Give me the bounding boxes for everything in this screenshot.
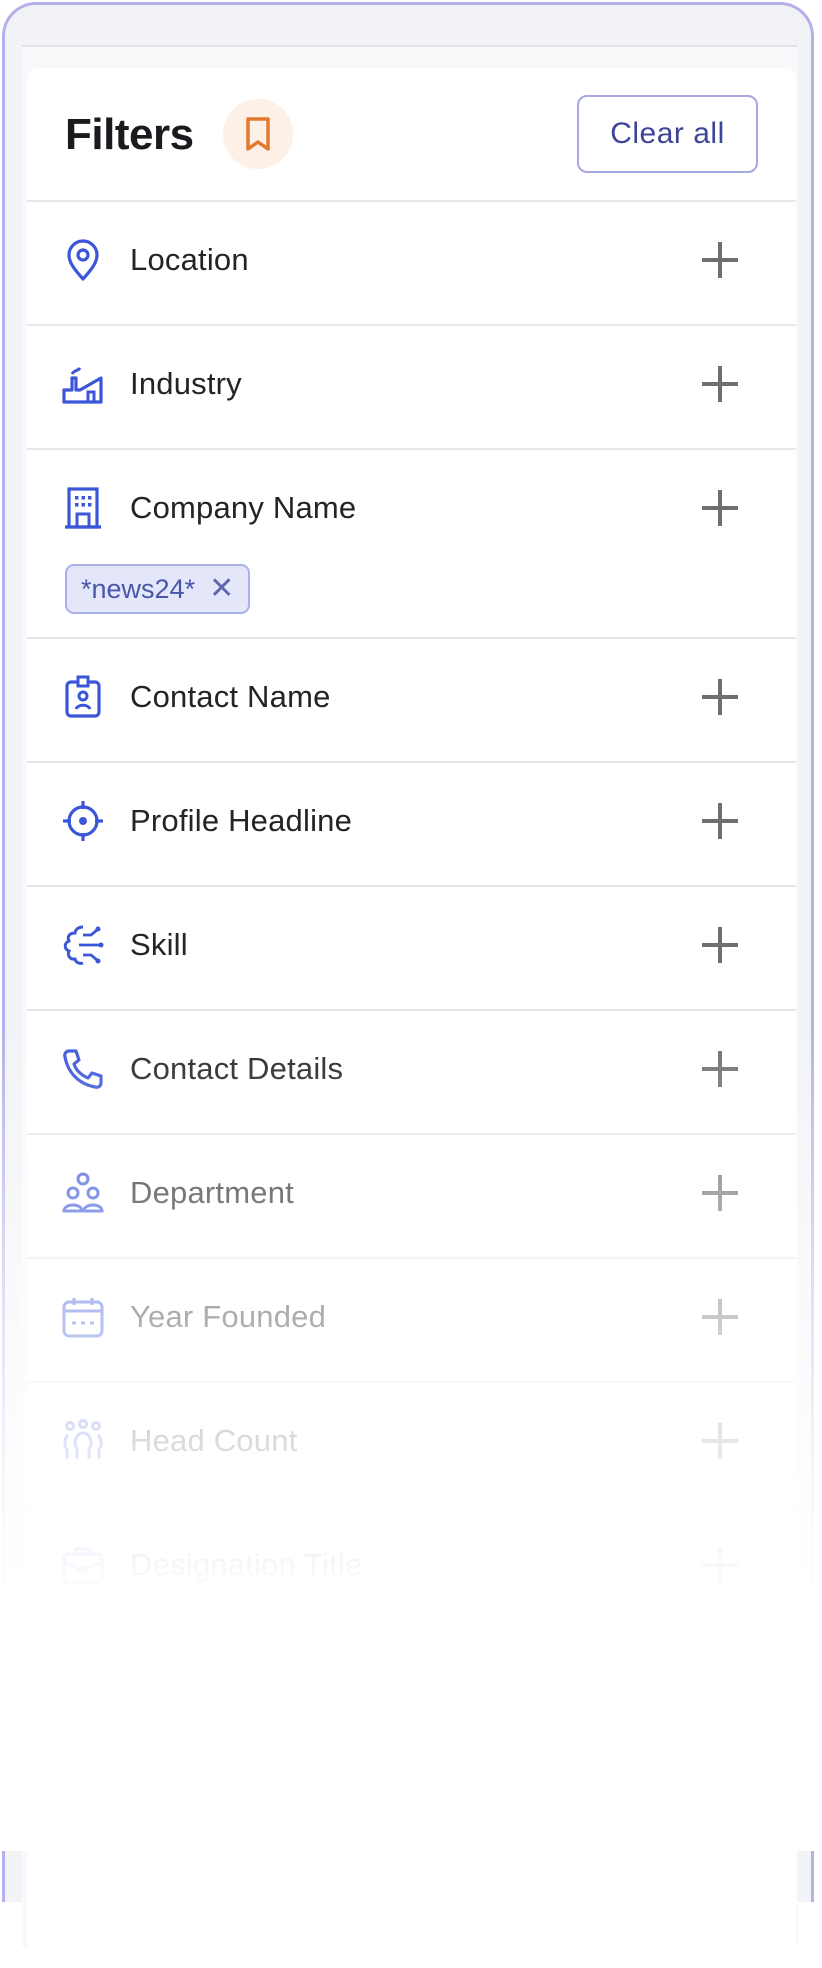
filter-label: Department: [130, 1175, 294, 1210]
plus-icon[interactable]: [702, 1175, 738, 1211]
calendar-icon: [61, 1295, 105, 1339]
id-badge-icon: [61, 675, 105, 719]
chip-label: *news24*: [81, 573, 196, 604]
filter-row-designation-title[interactable]: Designation Title: [27, 1507, 796, 1631]
plus-icon[interactable]: [702, 1423, 738, 1459]
crosshair-icon: [61, 799, 105, 843]
filter-row-skill[interactable]: Skill: [27, 887, 796, 1011]
filter-label: Company Name: [130, 490, 357, 525]
filter-chip: *news24* ✕: [65, 564, 251, 614]
plus-icon[interactable]: [702, 927, 738, 963]
filter-row-department[interactable]: Department: [27, 1135, 796, 1259]
filter-row-followers[interactable]: Followers: [27, 1631, 796, 1755]
filter-label: Location: [130, 242, 249, 277]
filter-row-company-name[interactable]: Company Name *news24* ✕: [27, 450, 796, 639]
filters-card: Filters Clear all Location Industry Comp…: [27, 68, 796, 1968]
filter-label: Followers: [130, 1671, 265, 1706]
filter-row-profile-headline[interactable]: Profile Headline: [27, 763, 796, 887]
plus-icon[interactable]: [702, 490, 738, 526]
plus-icon[interactable]: [702, 1051, 738, 1087]
filter-row-contact-name[interactable]: Contact Name: [27, 639, 796, 763]
filters-header: Filters Clear all: [27, 68, 796, 202]
filter-label: Year Founded: [130, 1299, 327, 1334]
filter-row-industry[interactable]: Industry: [27, 326, 796, 450]
bookmark-icon: [243, 116, 273, 152]
plus-icon[interactable]: [702, 366, 738, 402]
filter-row-year-founded[interactable]: Year Founded: [27, 1259, 796, 1383]
remove-chip-icon[interactable]: ✕: [209, 574, 234, 604]
building-icon: [61, 486, 105, 530]
filter-label: Profile Headline: [130, 803, 353, 838]
filter-row-contact-details[interactable]: Contact Details: [27, 1011, 796, 1135]
plus-icon[interactable]: [702, 803, 738, 839]
filter-label: Contact Name: [130, 679, 331, 714]
team-icon: [61, 1171, 105, 1215]
person-icon: [61, 1667, 105, 1711]
filter-label: Head Count: [130, 1423, 298, 1458]
filters-title: Filters: [65, 110, 194, 159]
phone-icon: [61, 1047, 105, 1091]
plus-icon[interactable]: [702, 679, 738, 715]
briefcase-icon: [61, 1543, 105, 1587]
plus-icon[interactable]: [702, 1671, 738, 1707]
brain-circuit-icon: [61, 923, 105, 967]
factory-icon: [61, 362, 105, 406]
filter-label: Designation Title: [130, 1547, 363, 1582]
saved-filters-button[interactable]: [223, 99, 293, 169]
filter-row-head-count[interactable]: Head Count: [27, 1383, 796, 1507]
plus-icon[interactable]: [702, 242, 738, 278]
filter-label: Industry: [130, 366, 242, 401]
clear-all-button[interactable]: Clear all: [577, 95, 758, 173]
filter-label: Contact Details: [130, 1051, 344, 1086]
filter-label: Skill: [130, 927, 188, 962]
filter-row-location[interactable]: Location: [27, 202, 796, 326]
plus-icon[interactable]: [702, 1299, 738, 1335]
plus-icon[interactable]: [702, 1547, 738, 1583]
people-group-icon: [61, 1419, 105, 1463]
map-pin-icon: [61, 238, 105, 282]
